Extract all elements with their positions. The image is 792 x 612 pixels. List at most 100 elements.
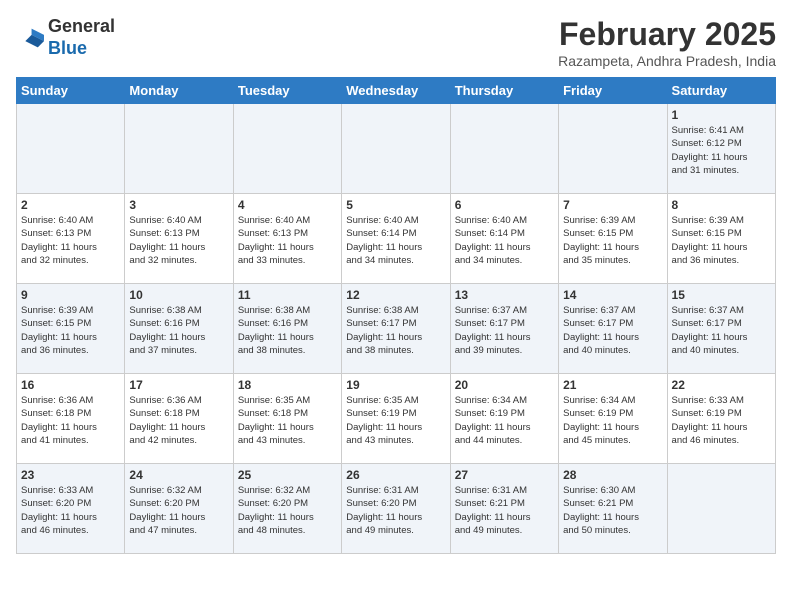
day-number: 7	[563, 198, 662, 212]
logo-blue: Blue	[48, 38, 87, 58]
calendar-cell: 11 Sunrise: 6:38 AM Sunset: 6:16 PM Dayli…	[233, 284, 341, 374]
calendar-cell: 17 Sunrise: 6:36 AM Sunset: 6:18 PM Dayli…	[125, 374, 233, 464]
day-number: 22	[672, 378, 771, 392]
calendar-cell: 19 Sunrise: 6:35 AM Sunset: 6:19 PM Dayli…	[342, 374, 450, 464]
calendar-cell: 22 Sunrise: 6:33 AM Sunset: 6:19 PM Dayli…	[667, 374, 775, 464]
day-info: Sunrise: 6:35 AM Sunset: 6:19 PM Dayligh…	[346, 394, 445, 447]
day-number: 19	[346, 378, 445, 392]
page-header: General Blue February 2025 Razampeta, An…	[16, 16, 776, 69]
day-info: Sunrise: 6:38 AM Sunset: 6:16 PM Dayligh…	[238, 304, 337, 357]
day-number: 17	[129, 378, 228, 392]
day-number: 1	[672, 108, 771, 122]
day-number: 9	[21, 288, 120, 302]
day-info: Sunrise: 6:37 AM Sunset: 6:17 PM Dayligh…	[455, 304, 554, 357]
calendar-cell	[342, 104, 450, 194]
calendar-cell: 21 Sunrise: 6:34 AM Sunset: 6:19 PM Dayli…	[559, 374, 667, 464]
day-info: Sunrise: 6:36 AM Sunset: 6:18 PM Dayligh…	[21, 394, 120, 447]
col-header-saturday: Saturday	[667, 78, 775, 104]
logo-text: General Blue	[48, 16, 115, 59]
day-number: 3	[129, 198, 228, 212]
title-area: February 2025 Razampeta, Andhra Pradesh,…	[558, 16, 776, 69]
day-info: Sunrise: 6:31 AM Sunset: 6:20 PM Dayligh…	[346, 484, 445, 537]
day-number: 18	[238, 378, 337, 392]
day-number: 23	[21, 468, 120, 482]
day-info: Sunrise: 6:40 AM Sunset: 6:14 PM Dayligh…	[455, 214, 554, 267]
day-number: 13	[455, 288, 554, 302]
day-number: 4	[238, 198, 337, 212]
location: Razampeta, Andhra Pradesh, India	[558, 53, 776, 69]
calendar-cell: 6 Sunrise: 6:40 AM Sunset: 6:14 PM Daylig…	[450, 194, 558, 284]
calendar-cell	[17, 104, 125, 194]
day-number: 27	[455, 468, 554, 482]
day-info: Sunrise: 6:40 AM Sunset: 6:13 PM Dayligh…	[238, 214, 337, 267]
calendar-cell: 2 Sunrise: 6:40 AM Sunset: 6:13 PM Daylig…	[17, 194, 125, 284]
day-info: Sunrise: 6:37 AM Sunset: 6:17 PM Dayligh…	[672, 304, 771, 357]
week-row-4: 16 Sunrise: 6:36 AM Sunset: 6:18 PM Dayli…	[17, 374, 776, 464]
calendar-cell	[125, 104, 233, 194]
calendar-cell: 12Sunrise: 6:38 AM Sunset: 6:17 PM Dayli…	[342, 284, 450, 374]
day-number: 2	[21, 198, 120, 212]
day-info: Sunrise: 6:40 AM Sunset: 6:14 PM Dayligh…	[346, 214, 445, 267]
day-number: 5	[346, 198, 445, 212]
day-info: Sunrise: 6:37 AM Sunset: 6:17 PM Dayligh…	[563, 304, 662, 357]
col-header-monday: Monday	[125, 78, 233, 104]
day-number: 11	[238, 288, 337, 302]
day-info: Sunrise: 6:41 AM Sunset: 6:12 PM Dayligh…	[672, 124, 771, 177]
calendar-cell: 15 Sunrise: 6:37 AM Sunset: 6:17 PM Dayli…	[667, 284, 775, 374]
week-row-5: 23 Sunrise: 6:33 AM Sunset: 6:20 PM Dayli…	[17, 464, 776, 554]
day-number: 8	[672, 198, 771, 212]
week-row-1: 1 Sunrise: 6:41 AM Sunset: 6:12 PM Daylig…	[17, 104, 776, 194]
col-header-friday: Friday	[559, 78, 667, 104]
day-number: 21	[563, 378, 662, 392]
day-number: 24	[129, 468, 228, 482]
calendar-cell: 10 Sunrise: 6:38 AM Sunset: 6:16 PM Dayli…	[125, 284, 233, 374]
day-info: Sunrise: 6:33 AM Sunset: 6:19 PM Dayligh…	[672, 394, 771, 447]
calendar-cell: 3 Sunrise: 6:40 AM Sunset: 6:13 PM Daylig…	[125, 194, 233, 284]
calendar-cell: 5 Sunrise: 6:40 AM Sunset: 6:14 PM Daylig…	[342, 194, 450, 284]
day-info: Sunrise: 6:34 AM Sunset: 6:19 PM Dayligh…	[455, 394, 554, 447]
day-info: Sunrise: 6:39 AM Sunset: 6:15 PM Dayligh…	[563, 214, 662, 267]
day-info: Sunrise: 6:33 AM Sunset: 6:20 PM Dayligh…	[21, 484, 120, 537]
header-row: SundayMondayTuesdayWednesdayThursdayFrid…	[17, 78, 776, 104]
calendar-cell: 7 Sunrise: 6:39 AM Sunset: 6:15 PM Daylig…	[559, 194, 667, 284]
calendar-cell: 1 Sunrise: 6:41 AM Sunset: 6:12 PM Daylig…	[667, 104, 775, 194]
day-number: 14	[563, 288, 662, 302]
calendar-cell	[233, 104, 341, 194]
calendar-cell: 16 Sunrise: 6:36 AM Sunset: 6:18 PM Dayli…	[17, 374, 125, 464]
day-number: 26	[346, 468, 445, 482]
col-header-sunday: Sunday	[17, 78, 125, 104]
calendar-cell: 24Sunrise: 6:32 AM Sunset: 6:20 PM Dayli…	[125, 464, 233, 554]
day-info: Sunrise: 6:38 AM Sunset: 6:17 PM Dayligh…	[346, 304, 445, 357]
calendar-cell: 14 Sunrise: 6:37 AM Sunset: 6:17 PM Dayli…	[559, 284, 667, 374]
calendar-cell	[450, 104, 558, 194]
week-row-3: 9 Sunrise: 6:39 AM Sunset: 6:15 PM Daylig…	[17, 284, 776, 374]
calendar-cell: 28Sunrise: 6:30 AM Sunset: 6:21 PM Dayli…	[559, 464, 667, 554]
day-number: 15	[672, 288, 771, 302]
calendar-cell: 25Sunrise: 6:32 AM Sunset: 6:20 PM Dayli…	[233, 464, 341, 554]
calendar-cell: 8Sunrise: 6:39 AM Sunset: 6:15 PM Daylig…	[667, 194, 775, 284]
day-number: 16	[21, 378, 120, 392]
calendar-cell: 9 Sunrise: 6:39 AM Sunset: 6:15 PM Daylig…	[17, 284, 125, 374]
col-header-thursday: Thursday	[450, 78, 558, 104]
day-number: 6	[455, 198, 554, 212]
day-info: Sunrise: 6:35 AM Sunset: 6:18 PM Dayligh…	[238, 394, 337, 447]
logo-general: General	[48, 16, 115, 36]
day-info: Sunrise: 6:40 AM Sunset: 6:13 PM Dayligh…	[129, 214, 228, 267]
day-number: 20	[455, 378, 554, 392]
month-title: February 2025	[558, 16, 776, 53]
day-number: 28	[563, 468, 662, 482]
day-info: Sunrise: 6:36 AM Sunset: 6:18 PM Dayligh…	[129, 394, 228, 447]
week-row-2: 2 Sunrise: 6:40 AM Sunset: 6:13 PM Daylig…	[17, 194, 776, 284]
calendar-cell	[559, 104, 667, 194]
day-info: Sunrise: 6:34 AM Sunset: 6:19 PM Dayligh…	[563, 394, 662, 447]
calendar-cell: 20 Sunrise: 6:34 AM Sunset: 6:19 PM Dayli…	[450, 374, 558, 464]
calendar-cell	[667, 464, 775, 554]
day-info: Sunrise: 6:39 AM Sunset: 6:15 PM Dayligh…	[21, 304, 120, 357]
day-info: Sunrise: 6:38 AM Sunset: 6:16 PM Dayligh…	[129, 304, 228, 357]
day-number: 10	[129, 288, 228, 302]
calendar-table: SundayMondayTuesdayWednesdayThursdayFrid…	[16, 77, 776, 554]
calendar-cell: 23 Sunrise: 6:33 AM Sunset: 6:20 PM Dayli…	[17, 464, 125, 554]
day-info: Sunrise: 6:40 AM Sunset: 6:13 PM Dayligh…	[21, 214, 120, 267]
col-header-tuesday: Tuesday	[233, 78, 341, 104]
logo-icon	[16, 24, 44, 52]
